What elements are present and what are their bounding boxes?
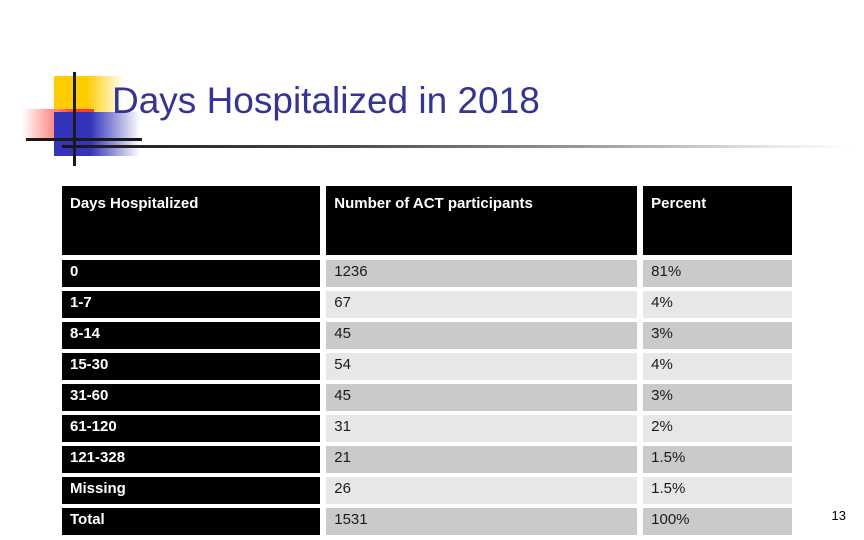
cell-days-hospitalized: 15-30 [62,353,321,380]
table-row: 31-60 45 3% [62,384,792,411]
cell-participant-count: 45 [326,384,638,411]
cell-days-hospitalized: 61-120 [62,415,321,442]
cell-participant-count: 45 [326,322,638,349]
cell-days-hospitalized: 0 [62,260,321,287]
column-header-percent: Percent [643,186,792,255]
cell-days-hospitalized: 121-328 [62,446,321,473]
page-number: 13 [831,508,846,523]
page-title: Days Hospitalized in 2018 [112,80,540,121]
cell-participant-count: 67 [326,291,638,318]
table-row: Missing 26 1.5% [62,477,792,504]
cell-participant-count: 1531 [326,508,638,535]
cell-participant-count: 31 [326,415,638,442]
table-row: 8-14 45 3% [62,322,792,349]
column-header-count: Number of ACT participants [326,186,638,255]
vertical-rule-icon [73,72,76,166]
cell-days-hospitalized: 31-60 [62,384,321,411]
cell-participant-count: 1236 [326,260,638,287]
cell-percent: 3% [643,384,792,411]
cell-percent: 4% [643,353,792,380]
table-row: 61-120 31 2% [62,415,792,442]
table-row: 121-328 21 1.5% [62,446,792,473]
table-body: 0 1236 81% 1-7 67 4% 8-14 45 3% 15-30 54 4% 31-60 45 3… [62,255,792,535]
cell-days-hospitalized: 8-14 [62,322,321,349]
cell-percent: 4% [643,291,792,318]
cell-percent: 1.5% [643,477,792,504]
cell-days-hospitalized: Total [62,508,321,535]
cell-days-hospitalized: 1-7 [62,291,321,318]
cell-percent: 100% [643,508,792,535]
table-row: 15-30 54 4% [62,353,792,380]
cell-participant-count: 21 [326,446,638,473]
cell-percent: 1.5% [643,446,792,473]
cell-percent: 81% [643,260,792,287]
cell-percent: 2% [643,415,792,442]
table-row: Total 1531 100% [62,508,792,535]
cell-participant-count: 54 [326,353,638,380]
title-divider [62,145,852,148]
table-row: 0 1236 81% [62,260,792,287]
column-header-days: Days Hospitalized [62,186,321,255]
slide-header: Days Hospitalized in 2018 [0,0,864,168]
hospitalization-table: Days Hospitalized Number of ACT particip… [62,186,792,535]
table-header-row: Days Hospitalized Number of ACT particip… [62,186,792,255]
table-row: 1-7 67 4% [62,291,792,318]
cell-participant-count: 26 [326,477,638,504]
horizontal-rule-icon [26,138,142,141]
cell-days-hospitalized: Missing [62,477,321,504]
cell-percent: 3% [643,322,792,349]
